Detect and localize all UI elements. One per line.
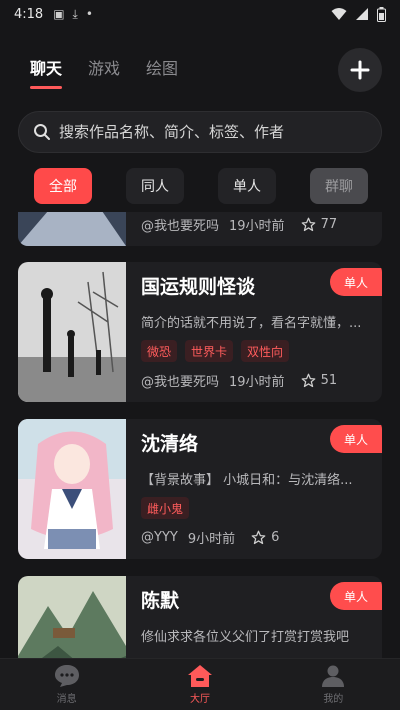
nav-messages[interactable]: 消息 (0, 659, 133, 710)
nav-lobby-label: 大厅 (189, 694, 210, 705)
chat-bubble-icon (54, 665, 79, 687)
status-time: 4:18 (14, 6, 44, 22)
filter-all[interactable]: 全部 (34, 168, 92, 204)
tab-chat[interactable]: 聊天 (30, 55, 63, 89)
post-time: 9小时前 (187, 532, 236, 547)
tag-list: 雌小鬼 (141, 497, 190, 519)
gallery-notification-icon: ▣ (53, 7, 65, 21)
filter-single[interactable]: 单人 (218, 168, 276, 204)
signal-icon (356, 8, 368, 20)
author-name[interactable]: @YYY (141, 530, 178, 545)
work-title: 沈清络 (141, 433, 199, 455)
work-card[interactable]: 国运规则怪谈 单人 简介的话就不用说了，看名字就懂，... 微恐 世界卡 双性向… (18, 262, 382, 402)
work-meta: @YYY 9小时前 6 (141, 528, 279, 547)
work-description: 【背景故事】 小城日和：与沈清络... (141, 473, 353, 488)
work-thumbnail (18, 576, 126, 658)
work-thumbnail (18, 212, 126, 246)
type-badge: 单人 (330, 582, 382, 610)
work-title: 国运规则怪谈 (141, 276, 256, 298)
nav-messages-label: 消息 (56, 694, 77, 705)
tag-list: 微恐 世界卡 双性向 (141, 340, 290, 362)
add-button[interactable] (338, 48, 382, 92)
work-description: 修仙求求各位义父们了打赏打赏我吧 (141, 630, 350, 645)
work-description: 简介的话就不用说了，看名字就懂，... (141, 316, 362, 331)
work-thumbnail (18, 262, 126, 402)
work-card[interactable]: @我也要死吗 19小时前 77 (18, 212, 382, 246)
star-icon (301, 217, 315, 232)
tag[interactable]: 微恐 (141, 340, 178, 362)
post-time: 19小时前 (229, 375, 285, 390)
star-count-value: 51 (320, 373, 338, 388)
work-title: 陈默 (141, 590, 180, 612)
search-input[interactable] (59, 123, 359, 141)
battery-icon (377, 6, 386, 22)
search-bar[interactable] (18, 111, 382, 153)
author-name[interactable]: @我也要死吗 (141, 215, 219, 234)
work-list: @我也要死吗 19小时前 77 国运规则怪谈 单人 简介的话就不用说了，看名字就… (0, 212, 400, 658)
filter-fanfic[interactable]: 同人 (126, 168, 184, 204)
star-count[interactable]: 77 (301, 217, 338, 232)
star-count-value: 6 (271, 530, 280, 545)
star-count[interactable]: 6 (251, 530, 279, 545)
star-icon (251, 530, 266, 545)
nav-profile-label: 我的 (323, 694, 344, 705)
wifi-icon (331, 8, 347, 20)
star-icon (301, 373, 315, 388)
person-icon (322, 665, 345, 687)
type-badge: 单人 (330, 425, 382, 453)
type-badge: 单人 (330, 268, 382, 296)
work-meta: @我也要死吗 19小时前 77 (141, 215, 337, 234)
filter-chips: 全部 同人 单人 群聊 (34, 168, 368, 204)
tab-drawing[interactable]: 绘图 (146, 55, 178, 87)
star-count[interactable]: 51 (301, 373, 338, 388)
plus-icon (350, 60, 370, 80)
tag[interactable]: 雌小鬼 (141, 497, 190, 519)
bottom-nav: 消息 大厅 我的 (0, 658, 400, 710)
top-tabs: 聊天 游戏 绘图 (30, 55, 178, 89)
author-name[interactable]: @我也要死吗 (141, 371, 219, 390)
work-thumbnail (18, 419, 126, 559)
status-bar: 4:18 ▣ ⤓ • (0, 0, 400, 28)
tab-games[interactable]: 游戏 (88, 55, 120, 87)
tag[interactable]: 世界卡 (185, 340, 234, 362)
post-time: 19小时前 (229, 219, 285, 234)
nav-lobby[interactable]: 大厅 (133, 659, 266, 710)
filter-group[interactable]: 群聊 (310, 168, 368, 204)
work-meta: @我也要死吗 19小时前 51 (141, 371, 337, 390)
download-notification-icon: ⤓ (72, 6, 78, 21)
notification-dot-icon: • (85, 7, 93, 21)
work-card[interactable]: 陈默 单人 修仙求求各位义父们了打赏打赏我吧 (18, 576, 382, 658)
nav-profile[interactable]: 我的 (267, 659, 400, 710)
star-count-value: 77 (320, 217, 338, 232)
search-icon (34, 124, 50, 140)
home-icon (187, 665, 212, 687)
tag[interactable]: 双性向 (241, 340, 290, 362)
work-card[interactable]: 沈清络 单人 【背景故事】 小城日和：与沈清络... 雌小鬼 @YYY 9小时前… (18, 419, 382, 559)
